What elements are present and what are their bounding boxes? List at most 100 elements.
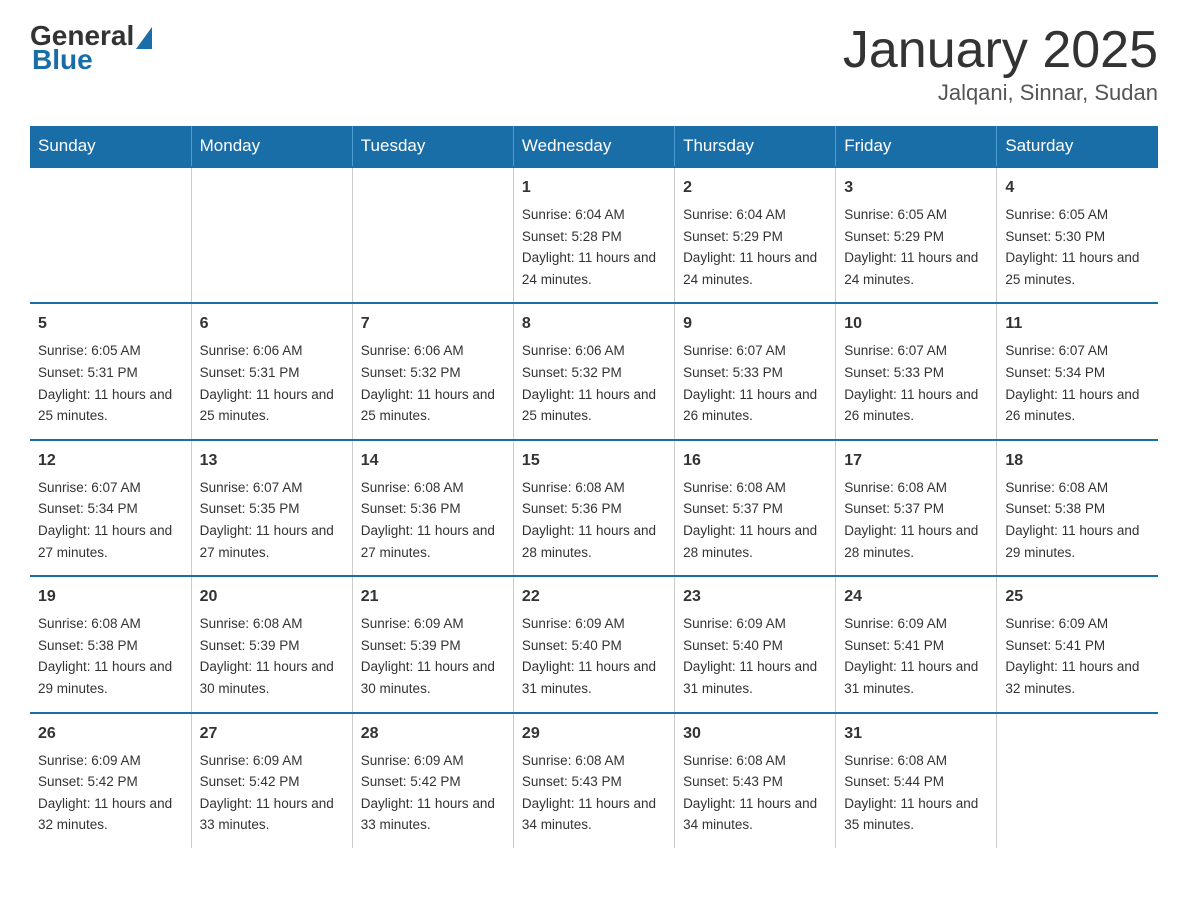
- day-number: 26: [38, 722, 183, 746]
- page-header: General Blue January 2025 Jalqani, Sinna…: [30, 20, 1158, 106]
- calendar-cell: 2 Sunrise: 6:04 AMSunset: 5:29 PMDaylight…: [675, 167, 836, 303]
- calendar-table: SundayMondayTuesdayWednesdayThursdayFrid…: [30, 126, 1158, 848]
- day-number: 27: [200, 722, 344, 746]
- calendar-cell: 9 Sunrise: 6:07 AMSunset: 5:33 PMDaylight…: [675, 303, 836, 439]
- weekday-header-saturday: Saturday: [997, 126, 1158, 167]
- day-number: 31: [844, 722, 988, 746]
- day-info: Sunrise: 6:05 AMSunset: 5:30 PMDaylight:…: [1005, 204, 1150, 290]
- day-info: Sunrise: 6:09 AMSunset: 5:42 PMDaylight:…: [38, 750, 183, 836]
- weekday-header-thursday: Thursday: [675, 126, 836, 167]
- day-info: Sunrise: 6:09 AMSunset: 5:40 PMDaylight:…: [683, 613, 827, 699]
- calendar-week-row: 19Sunrise: 6:08 AMSunset: 5:38 PMDayligh…: [30, 576, 1158, 712]
- calendar-cell: 5 Sunrise: 6:05 AMSunset: 5:31 PMDaylight…: [30, 303, 191, 439]
- day-number: 7: [361, 312, 505, 336]
- calendar-cell: 24 Sunrise: 6:09 AMSunset: 5:41 PMDayligh…: [836, 576, 997, 712]
- day-number: 9: [683, 312, 827, 336]
- calendar-cell: 12Sunrise: 6:07 AMSunset: 5:34 PMDayligh…: [30, 440, 191, 576]
- day-number: 18: [1005, 449, 1150, 473]
- day-info: Sunrise: 6:04 AMSunset: 5:28 PMDaylight:…: [522, 204, 666, 290]
- month-title: January 2025: [843, 20, 1158, 80]
- day-number: 21: [361, 585, 505, 609]
- calendar-cell: 21 Sunrise: 6:09 AMSunset: 5:39 PMDayligh…: [352, 576, 513, 712]
- calendar-cell: 4 Sunrise: 6:05 AMSunset: 5:30 PMDaylight…: [997, 167, 1158, 303]
- day-info: Sunrise: 6:09 AMSunset: 5:42 PMDaylight:…: [200, 750, 344, 836]
- day-info: Sunrise: 6:04 AMSunset: 5:29 PMDaylight:…: [683, 204, 827, 290]
- day-number: 2: [683, 176, 827, 200]
- calendar-cell: 20Sunrise: 6:08 AMSunset: 5:39 PMDayligh…: [191, 576, 352, 712]
- day-number: 23: [683, 585, 827, 609]
- day-number: 19: [38, 585, 183, 609]
- calendar-cell: [30, 167, 191, 303]
- logo: General Blue: [30, 20, 152, 76]
- day-info: Sunrise: 6:09 AMSunset: 5:40 PMDaylight:…: [522, 613, 666, 699]
- day-number: 5: [38, 312, 183, 336]
- calendar-cell: 18 Sunrise: 6:08 AMSunset: 5:38 PMDayligh…: [997, 440, 1158, 576]
- calendar-cell: 13Sunrise: 6:07 AMSunset: 5:35 PMDayligh…: [191, 440, 352, 576]
- calendar-cell: 31 Sunrise: 6:08 AMSunset: 5:44 PMDayligh…: [836, 713, 997, 848]
- day-info: Sunrise: 6:08 AMSunset: 5:36 PMDaylight:…: [361, 477, 505, 563]
- day-info: Sunrise: 6:07 AMSunset: 5:33 PMDaylight:…: [844, 340, 988, 426]
- day-number: 13: [200, 449, 344, 473]
- calendar-cell: 3 Sunrise: 6:05 AMSunset: 5:29 PMDaylight…: [836, 167, 997, 303]
- weekday-header-friday: Friday: [836, 126, 997, 167]
- logo-arrow-icon: [136, 27, 152, 49]
- weekday-header-sunday: Sunday: [30, 126, 191, 167]
- calendar-cell: 22 Sunrise: 6:09 AMSunset: 5:40 PMDayligh…: [513, 576, 674, 712]
- title-section: January 2025 Jalqani, Sinnar, Sudan: [843, 20, 1158, 106]
- calendar-header: SundayMondayTuesdayWednesdayThursdayFrid…: [30, 126, 1158, 167]
- day-number: 4: [1005, 176, 1150, 200]
- calendar-cell: 11Sunrise: 6:07 AMSunset: 5:34 PMDayligh…: [997, 303, 1158, 439]
- day-info: Sunrise: 6:09 AMSunset: 5:42 PMDaylight:…: [361, 750, 505, 836]
- calendar-cell: 25Sunrise: 6:09 AMSunset: 5:41 PMDayligh…: [997, 576, 1158, 712]
- calendar-cell: 15 Sunrise: 6:08 AMSunset: 5:36 PMDayligh…: [513, 440, 674, 576]
- calendar-week-row: 26 Sunrise: 6:09 AMSunset: 5:42 PMDayligh…: [30, 713, 1158, 848]
- day-number: 16: [683, 449, 827, 473]
- day-info: Sunrise: 6:08 AMSunset: 5:37 PMDaylight:…: [844, 477, 988, 563]
- day-info: Sunrise: 6:08 AMSunset: 5:38 PMDaylight:…: [1005, 477, 1150, 563]
- day-number: 1: [522, 176, 666, 200]
- day-info: Sunrise: 6:06 AMSunset: 5:31 PMDaylight:…: [200, 340, 344, 426]
- day-info: Sunrise: 6:08 AMSunset: 5:36 PMDaylight:…: [522, 477, 666, 563]
- day-info: Sunrise: 6:07 AMSunset: 5:33 PMDaylight:…: [683, 340, 827, 426]
- calendar-cell: [352, 167, 513, 303]
- calendar-cell: 14 Sunrise: 6:08 AMSunset: 5:36 PMDayligh…: [352, 440, 513, 576]
- day-number: 8: [522, 312, 666, 336]
- calendar-cell: 1 Sunrise: 6:04 AMSunset: 5:28 PMDaylight…: [513, 167, 674, 303]
- calendar-cell: 16 Sunrise: 6:08 AMSunset: 5:37 PMDayligh…: [675, 440, 836, 576]
- weekday-header-row: SundayMondayTuesdayWednesdayThursdayFrid…: [30, 126, 1158, 167]
- logo-blue-text: Blue: [32, 44, 93, 76]
- day-number: 10: [844, 312, 988, 336]
- day-number: 15: [522, 449, 666, 473]
- calendar-body: 1 Sunrise: 6:04 AMSunset: 5:28 PMDaylight…: [30, 167, 1158, 848]
- day-info: Sunrise: 6:05 AMSunset: 5:31 PMDaylight:…: [38, 340, 183, 426]
- day-number: 11: [1005, 312, 1150, 336]
- calendar-week-row: 12Sunrise: 6:07 AMSunset: 5:34 PMDayligh…: [30, 440, 1158, 576]
- day-number: 14: [361, 449, 505, 473]
- weekday-header-tuesday: Tuesday: [352, 126, 513, 167]
- day-number: 20: [200, 585, 344, 609]
- calendar-cell: 27 Sunrise: 6:09 AMSunset: 5:42 PMDayligh…: [191, 713, 352, 848]
- day-number: 28: [361, 722, 505, 746]
- calendar-cell: 6Sunrise: 6:06 AMSunset: 5:31 PMDaylight…: [191, 303, 352, 439]
- calendar-cell: 19Sunrise: 6:08 AMSunset: 5:38 PMDayligh…: [30, 576, 191, 712]
- day-number: 12: [38, 449, 183, 473]
- calendar-cell: 23 Sunrise: 6:09 AMSunset: 5:40 PMDayligh…: [675, 576, 836, 712]
- calendar-cell: 8Sunrise: 6:06 AMSunset: 5:32 PMDaylight…: [513, 303, 674, 439]
- day-info: Sunrise: 6:08 AMSunset: 5:37 PMDaylight:…: [683, 477, 827, 563]
- day-number: 24: [844, 585, 988, 609]
- calendar-cell: 10 Sunrise: 6:07 AMSunset: 5:33 PMDayligh…: [836, 303, 997, 439]
- day-info: Sunrise: 6:05 AMSunset: 5:29 PMDaylight:…: [844, 204, 988, 290]
- calendar-cell: 28 Sunrise: 6:09 AMSunset: 5:42 PMDayligh…: [352, 713, 513, 848]
- day-number: 22: [522, 585, 666, 609]
- day-number: 17: [844, 449, 988, 473]
- day-info: Sunrise: 6:08 AMSunset: 5:43 PMDaylight:…: [522, 750, 666, 836]
- logo-blue-part: [134, 23, 152, 49]
- day-info: Sunrise: 6:09 AMSunset: 5:41 PMDaylight:…: [844, 613, 988, 699]
- calendar-week-row: 5 Sunrise: 6:05 AMSunset: 5:31 PMDaylight…: [30, 303, 1158, 439]
- calendar-cell: 7Sunrise: 6:06 AMSunset: 5:32 PMDaylight…: [352, 303, 513, 439]
- calendar-cell: 17 Sunrise: 6:08 AMSunset: 5:37 PMDayligh…: [836, 440, 997, 576]
- day-number: 3: [844, 176, 988, 200]
- day-info: Sunrise: 6:09 AMSunset: 5:39 PMDaylight:…: [361, 613, 505, 699]
- day-info: Sunrise: 6:08 AMSunset: 5:44 PMDaylight:…: [844, 750, 988, 836]
- weekday-header-wednesday: Wednesday: [513, 126, 674, 167]
